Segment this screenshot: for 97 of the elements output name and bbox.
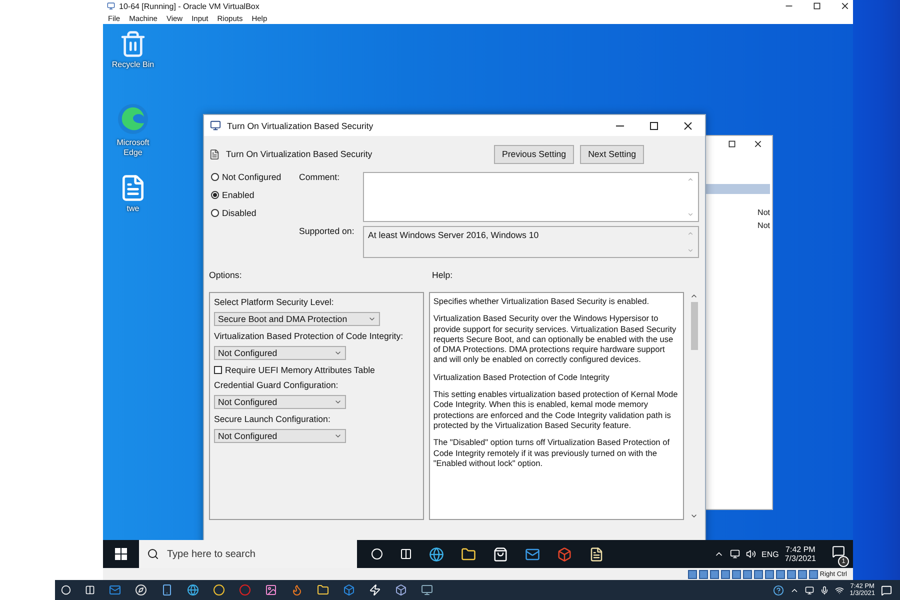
setting-title: Turn On Virtualization Based Security xyxy=(226,149,374,159)
help-paragraph: Specifies whether Virtualization Based Security is enabled. xyxy=(433,296,650,306)
phone-icon xyxy=(161,584,173,596)
chevron-down-icon xyxy=(368,315,376,323)
list-cell-text: Not xyxy=(756,221,771,230)
help-paragraph: Virtualization Based Protection of Code Integrity xyxy=(433,372,610,382)
chevron-down-icon xyxy=(334,349,342,357)
radio-button[interactable] xyxy=(211,173,219,181)
maximize-button[interactable] xyxy=(728,140,736,148)
close-button[interactable] xyxy=(841,2,849,10)
close-button[interactable] xyxy=(683,120,693,130)
radio-label: Not Configured xyxy=(222,172,282,182)
desktop-icon-label[interactable]: Recycle Bin xyxy=(112,60,154,70)
dropdown[interactable]: Not Configured xyxy=(214,346,346,360)
option-label: Virtualization Based Protection of Code Integrity: xyxy=(214,331,404,341)
close-button[interactable] xyxy=(754,140,762,148)
checkbox[interactable] xyxy=(214,366,222,374)
scrollbar[interactable] xyxy=(689,292,699,520)
scroll-up-icon xyxy=(687,176,694,183)
radio-button[interactable] xyxy=(211,191,219,199)
scroll-down-icon xyxy=(687,247,694,254)
nav-button[interactable]: Previous Setting xyxy=(494,144,574,164)
window-icon xyxy=(107,2,115,10)
windows-logo-icon xyxy=(115,548,127,560)
picture-icon xyxy=(265,584,277,596)
search-icon xyxy=(147,548,159,560)
list-cell-text: Not xyxy=(756,208,771,217)
help-icon xyxy=(772,584,784,596)
scroll-down-icon xyxy=(687,211,694,218)
box-icon xyxy=(343,584,355,596)
task-view-icon xyxy=(85,585,95,595)
flame-icon xyxy=(291,584,303,596)
language-indicator[interactable]: ENG xyxy=(762,550,779,558)
radio-label: Enabled xyxy=(222,190,254,200)
comment-label: Comment: xyxy=(299,172,341,184)
checkbox-label: Require UEFI Memory Attributes Table xyxy=(225,365,375,375)
mail-icon xyxy=(525,546,540,562)
store-icon xyxy=(493,546,508,562)
radio-button[interactable] xyxy=(211,209,219,217)
help-paragraph: This setting enables virtualization based protection of Kernal Mode Code Integrity. When this is enabled, kemal mode memory protections are enforced and the Code Integrity validation path is protected by the Virtualization Based Security feature. xyxy=(433,389,679,430)
compass-icon xyxy=(135,584,147,596)
comment-field[interactable] xyxy=(363,172,699,222)
lightning-icon xyxy=(369,584,381,596)
cube-icon xyxy=(395,584,407,596)
wifi-icon xyxy=(834,586,844,594)
circle-icon xyxy=(213,584,225,596)
selected-row xyxy=(704,184,770,194)
notepad-icon xyxy=(589,546,604,562)
notification-icon xyxy=(832,545,845,558)
clock-time[interactable]: 7:42 PM xyxy=(786,545,816,554)
search-field[interactable]: Type here to search xyxy=(139,540,357,568)
edge-browser-icon xyxy=(116,102,150,136)
mail-icon xyxy=(109,584,121,596)
dropdown[interactable]: Not Configured xyxy=(214,395,346,409)
maximize-button[interactable] xyxy=(813,2,821,10)
help-paragraph: The "Disabled" option turns off Virtualization Based Protection of Code Integrity remotely if it was previously turned on with the "Enabled without lock" option. xyxy=(433,437,671,468)
dialog-title: Turn On Virtualization Based Security xyxy=(227,120,374,130)
scroll-up-icon xyxy=(690,292,698,300)
browser-icon xyxy=(187,584,199,596)
dropdown[interactable]: Secure Boot and DMA Protection xyxy=(214,312,380,326)
network-icon xyxy=(804,586,814,594)
office-icon xyxy=(557,546,572,562)
supported-field: At least Windows Server 2016, Windows 10 xyxy=(363,226,699,258)
desktop-icon-label[interactable]: twe xyxy=(126,204,140,214)
policy-icon xyxy=(210,120,221,131)
task-view-icon xyxy=(400,548,412,560)
folder-icon xyxy=(317,584,329,596)
recycle-bin-icon xyxy=(119,30,147,58)
browser-icon xyxy=(429,546,444,562)
option-label: Credential Guard Configuration: xyxy=(214,380,340,390)
desktop-icon-label[interactable]: Microsoft Edge xyxy=(107,138,159,158)
scroll-down-icon xyxy=(690,512,698,520)
help-paragraph: Virtualization Based Security over the Windows Hypersisor to provide support for security services. Virtualization Based Security requerts Secure Boot, and can optionally be enabled with the use of DMA Protections. DMA protections require hardware support and will only be enabled on correctly configured devices. xyxy=(433,313,678,365)
chevron-down-icon xyxy=(334,398,342,406)
option-label: Secure Launch Configuration: xyxy=(214,414,332,424)
microphone-icon xyxy=(820,586,829,594)
maximize-button[interactable] xyxy=(649,120,659,130)
notification-icon xyxy=(881,584,892,596)
circle-icon xyxy=(61,585,71,595)
volume-icon xyxy=(746,549,756,559)
radio-label: Disabled xyxy=(222,208,256,218)
circle-icon xyxy=(371,548,383,560)
nav-button[interactable]: Next Setting xyxy=(580,144,644,164)
circle-icon xyxy=(239,584,251,596)
dropdown[interactable]: Not Configured xyxy=(214,429,346,443)
setting-icon xyxy=(209,148,220,160)
help-label: Help: xyxy=(432,270,454,282)
scroll-up-icon xyxy=(687,230,694,237)
chevron-down-icon xyxy=(334,432,342,440)
supported-label: Supported on: xyxy=(299,226,356,238)
monitor-icon xyxy=(421,584,433,596)
option-label: Select Platform Security Level: xyxy=(214,297,335,307)
network-icon xyxy=(730,549,740,559)
options-label: Options: xyxy=(209,270,243,282)
window-title: 10-64 [Running] - Oracle VM VirtualBox xyxy=(119,2,260,10)
folder-icon xyxy=(461,546,476,562)
clock-date[interactable]: 7/3/2021 xyxy=(784,554,816,563)
